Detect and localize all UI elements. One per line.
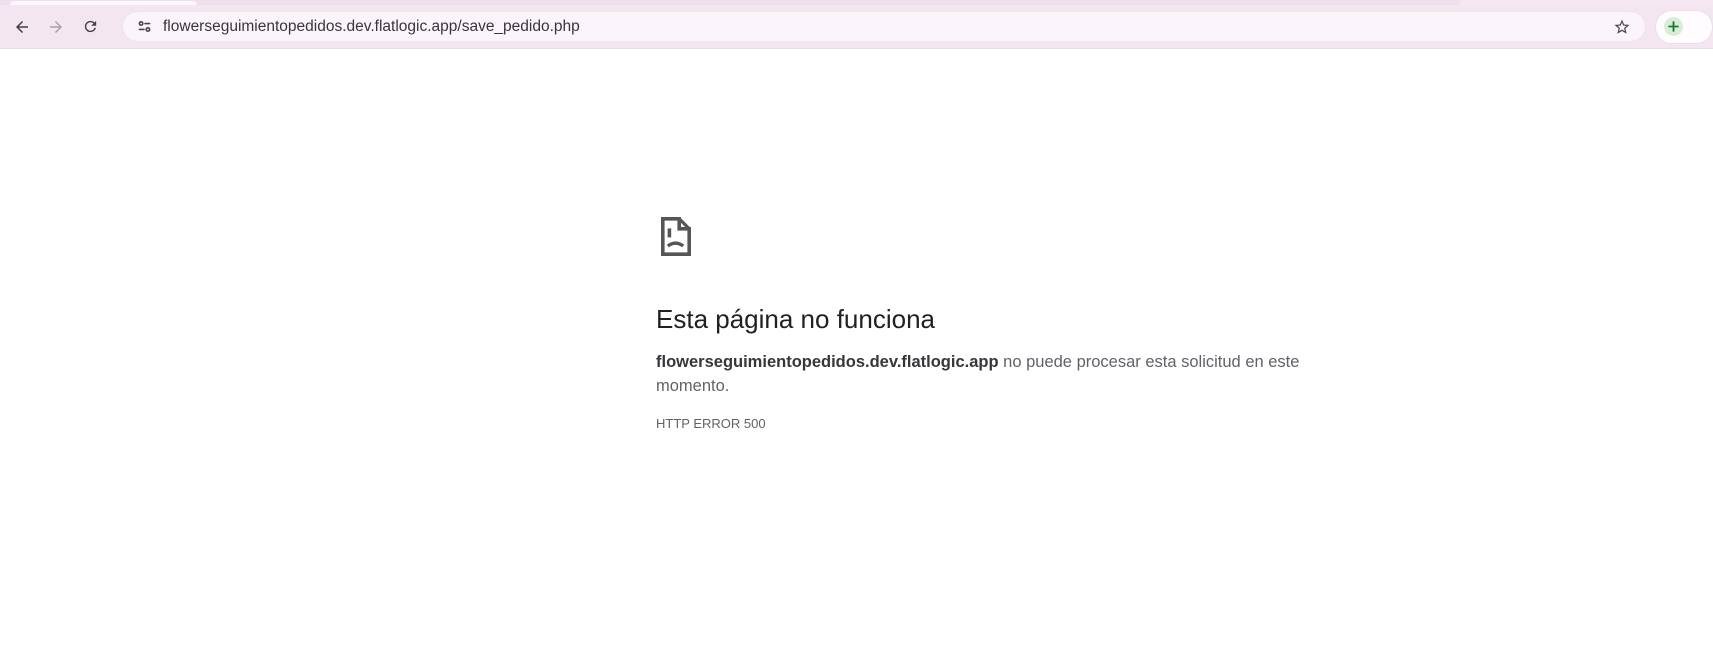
error-message-line2: momento. <box>656 377 729 395</box>
back-icon <box>13 18 31 36</box>
profile-button[interactable] <box>1655 10 1713 44</box>
forward-icon <box>47 18 65 36</box>
address-bar[interactable]: flowerseguimientopedidos.dev.flatlogic.a… <box>122 11 1646 42</box>
browser-window: flowerseguimientopedidos.dev.flatlogic.a… <box>0 0 1713 665</box>
error-code: HTTP ERROR 500 <box>656 416 1356 431</box>
error-host: flowerseguimientopedidos.dev.flatlogic.a… <box>656 353 999 371</box>
reload-icon <box>82 18 99 35</box>
back-button[interactable] <box>8 13 36 41</box>
forward-button[interactable] <box>42 13 70 41</box>
browser-toolbar: flowerseguimientopedidos.dev.flatlogic.a… <box>0 5 1713 49</box>
error-message: flowerseguimientopedidos.dev.flatlogic.a… <box>656 350 1356 398</box>
plus-icon <box>1664 17 1683 36</box>
sad-file-icon <box>659 215 693 258</box>
error-message-rest: no puede procesar esta solicitud en este <box>999 353 1300 371</box>
bookmark-star-icon[interactable] <box>1613 18 1631 36</box>
url-text[interactable]: flowerseguimientopedidos.dev.flatlogic.a… <box>163 18 1613 36</box>
reload-button[interactable] <box>76 13 104 41</box>
error-page: Esta página no funciona flowerseguimient… <box>0 50 1713 665</box>
error-content-column: Esta página no funciona flowerseguimient… <box>656 215 1356 431</box>
error-title: Esta página no funciona <box>656 303 1356 335</box>
site-settings-icon[interactable] <box>136 18 153 35</box>
